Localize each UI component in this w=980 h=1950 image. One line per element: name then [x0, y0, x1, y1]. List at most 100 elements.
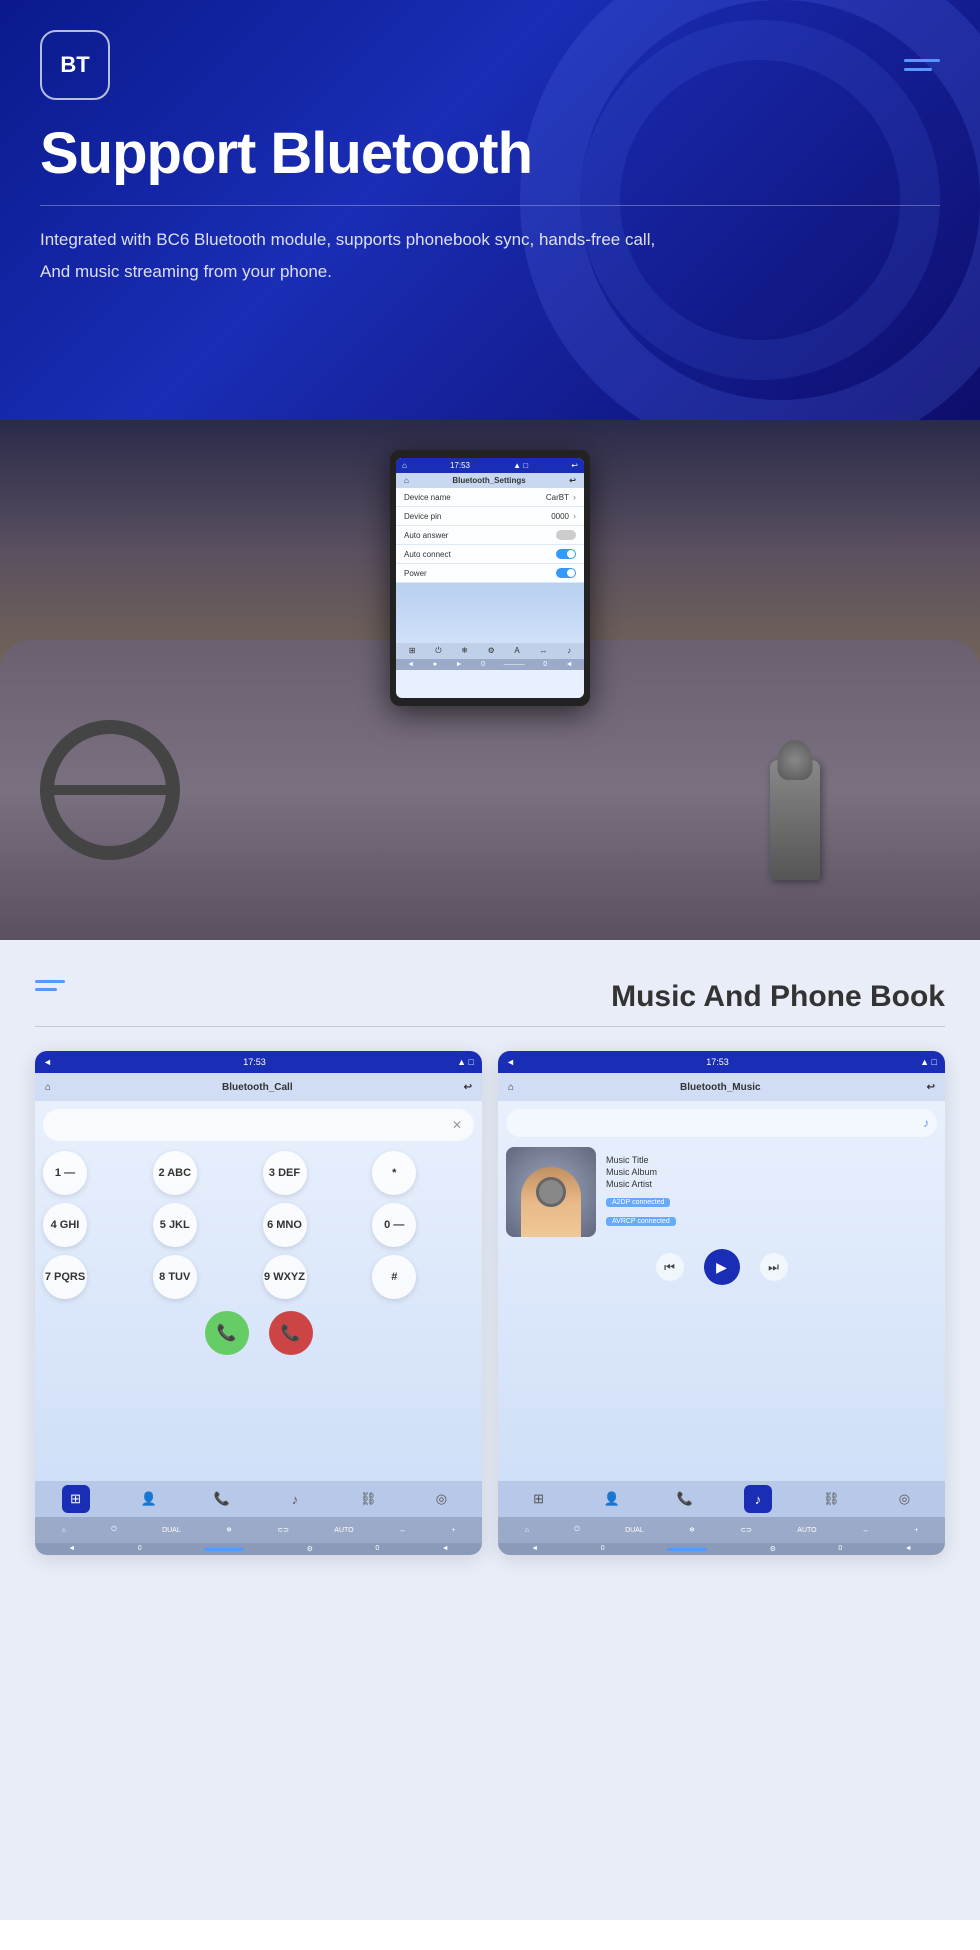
auto-connect-row[interactable]: Auto connect	[396, 545, 584, 564]
play-button[interactable]: ▶	[704, 1249, 740, 1285]
music-search-row: ♪	[506, 1109, 937, 1137]
music-nav-person-icon[interactable]: 👤	[598, 1485, 626, 1513]
music-nav-link-icon[interactable]: ⛓	[817, 1485, 845, 1513]
nav-phone-icon[interactable]: 📞	[208, 1485, 236, 1513]
page-title: Support Bluetooth	[40, 120, 940, 187]
nav-power[interactable]: ⏻	[435, 646, 441, 656]
music-back-icon[interactable]: ↩	[927, 1082, 935, 1093]
auto-connect-toggle[interactable]	[556, 549, 576, 559]
bottom-fwd[interactable]: ►	[456, 661, 463, 668]
bottom-header: Music And Phone Book	[35, 980, 945, 1014]
music-badges: A2DP connected AVRCP connected	[606, 1191, 937, 1229]
nav-target-icon[interactable]: ◎	[427, 1485, 455, 1513]
auto-answer-toggle[interactable]	[556, 530, 576, 540]
gear-knob	[778, 740, 813, 780]
dial-key-5[interactable]: 5 JKL	[153, 1203, 197, 1247]
dial-key-1[interactable]: 1 —	[43, 1151, 87, 1195]
sb-power[interactable]: ⏻	[111, 1526, 117, 1534]
music-home-icon: ⌂	[508, 1082, 514, 1093]
msb-fan[interactable]: ⊂⊃	[740, 1526, 752, 1534]
msb-vol-up[interactable]: +	[914, 1527, 918, 1534]
nav-grid[interactable]: ⊞	[409, 646, 416, 656]
msb-power[interactable]: ⏻	[574, 1526, 580, 1534]
bottom-section-title: Music And Phone Book	[611, 980, 945, 1014]
auto-answer-row[interactable]: Auto answer	[396, 526, 584, 545]
dial-key-6[interactable]: 6 MNO	[263, 1203, 307, 1247]
header-divider	[40, 205, 940, 206]
nav-fan[interactable]: ⚙	[488, 646, 495, 656]
power-toggle[interactable]	[556, 568, 576, 578]
msb-dual: DUAL	[625, 1527, 644, 1534]
nav-person-icon[interactable]: 👤	[135, 1485, 163, 1513]
call-back-icon[interactable]: ↩	[464, 1082, 472, 1093]
music-nav-target-icon[interactable]: ◎	[890, 1485, 918, 1513]
answer-button[interactable]: 📞	[205, 1311, 249, 1355]
music-nav-grid-icon[interactable]: ⊞	[525, 1485, 553, 1513]
bottom-center[interactable]: ●	[433, 661, 437, 668]
nav-auto[interactable]: A	[514, 646, 519, 656]
device-name-row: Device name CarBT ›	[396, 488, 584, 507]
sb2-0: 0	[138, 1545, 142, 1553]
nav-link-icon[interactable]: ⛓	[354, 1485, 382, 1513]
dial-key-7[interactable]: 7 PQRS	[43, 1255, 87, 1299]
sb-fan[interactable]: ⊂⊃	[277, 1526, 289, 1534]
hangup-button[interactable]: 📞	[269, 1311, 313, 1355]
prev-button[interactable]: ⏮	[656, 1253, 684, 1281]
bottom-vol[interactable]: ◄	[566, 661, 573, 668]
device-pin-row: Device pin 0000 ›	[396, 507, 584, 526]
msb2-0b: 0	[838, 1545, 842, 1553]
sb2-back[interactable]: ◄	[68, 1545, 75, 1553]
steering-wheel	[40, 720, 180, 860]
nav-vol[interactable]: ♪	[567, 646, 571, 656]
dial-key-8[interactable]: 8 TUV	[153, 1255, 197, 1299]
call-back-btn[interactable]: ◄	[43, 1057, 52, 1067]
bottom-menu-icon[interactable]	[35, 980, 65, 991]
nav-grid-icon[interactable]: ⊞	[62, 1485, 90, 1513]
sb-arrows[interactable]: ↔	[399, 1527, 406, 1534]
album-art	[506, 1147, 596, 1237]
music-nav-music-icon[interactable]: ♪	[744, 1485, 772, 1513]
call-input-row: ✕	[43, 1109, 474, 1141]
music-back-btn[interactable]: ◄	[506, 1057, 515, 1067]
bottom-0: 0	[481, 661, 485, 668]
screen-outer: ⌂ 17:53 ▲ □ ↩ ⌂ Bluetooth_Settings ↩ Dev…	[390, 450, 590, 706]
msb-home[interactable]: ⌂	[525, 1527, 529, 1534]
car-section: ⌂ 17:53 ▲ □ ↩ ⌂ Bluetooth_Settings ↩ Dev…	[0, 420, 980, 940]
msb2-back2[interactable]: ◄	[905, 1545, 912, 1553]
sb2-back2[interactable]: ◄	[442, 1545, 449, 1553]
call-home-icon: ⌂	[45, 1082, 51, 1093]
msb-snow[interactable]: ❄	[689, 1526, 695, 1534]
a2dp-badge: A2DP connected	[606, 1198, 670, 1207]
sb-auto: AUTO	[334, 1527, 353, 1534]
music-content: ♪ Music Title Music Album Music Artist A…	[498, 1101, 945, 1481]
music-nav-phone-icon[interactable]: 📞	[671, 1485, 699, 1513]
msb2-back[interactable]: ◄	[531, 1545, 538, 1553]
music-album: Music Album	[606, 1167, 937, 1177]
dial-key-2[interactable]: 2 ABC	[153, 1151, 197, 1195]
music-screen-card: ◄ 17:53 ▲ □ ⌂ Bluetooth_Music ↩ ♪	[498, 1051, 945, 1555]
dial-key-4[interactable]: 4 GHI	[43, 1203, 87, 1247]
bottom-back[interactable]: ◄	[407, 661, 414, 668]
nav-snow[interactable]: ❄	[461, 646, 468, 656]
call-content: ✕ 1 — 2 ABC 3 DEF * 4 GHI 5 JKL 6 MNO 0 …	[35, 1101, 482, 1481]
dial-key-3[interactable]: 3 DEF	[263, 1151, 307, 1195]
bluetooth-settings-screen: ⌂ 17:53 ▲ □ ↩ ⌂ Bluetooth_Settings ↩ Dev…	[396, 458, 584, 698]
sb-home[interactable]: ⌂	[62, 1527, 66, 1534]
home-btn: ⌂	[402, 461, 407, 470]
nav-music-icon[interactable]: ♪	[281, 1485, 309, 1513]
next-button[interactable]: ⏭	[760, 1253, 788, 1281]
hamburger-menu-icon[interactable]	[904, 59, 940, 71]
sb-snow[interactable]: ❄	[226, 1526, 232, 1534]
msb-arrows[interactable]: ↔	[862, 1527, 869, 1534]
dial-key-star[interactable]: *	[372, 1151, 416, 1195]
call-navbar: ⊞ 👤 📞 ♪ ⛓ ◎	[35, 1481, 482, 1517]
dial-key-0[interactable]: 0 —	[372, 1203, 416, 1247]
sb-vol-up[interactable]: +	[451, 1527, 455, 1534]
dial-key-hash[interactable]: #	[372, 1255, 416, 1299]
chevron-right-icon: ›	[573, 492, 576, 502]
power-row[interactable]: Power	[396, 564, 584, 583]
music-note-icon[interactable]: ♪	[923, 1116, 929, 1130]
dial-key-9[interactable]: 9 WXYZ	[263, 1255, 307, 1299]
call-clear-icon[interactable]: ✕	[452, 1118, 462, 1132]
nav-arrows[interactable]: ↔	[539, 646, 547, 656]
